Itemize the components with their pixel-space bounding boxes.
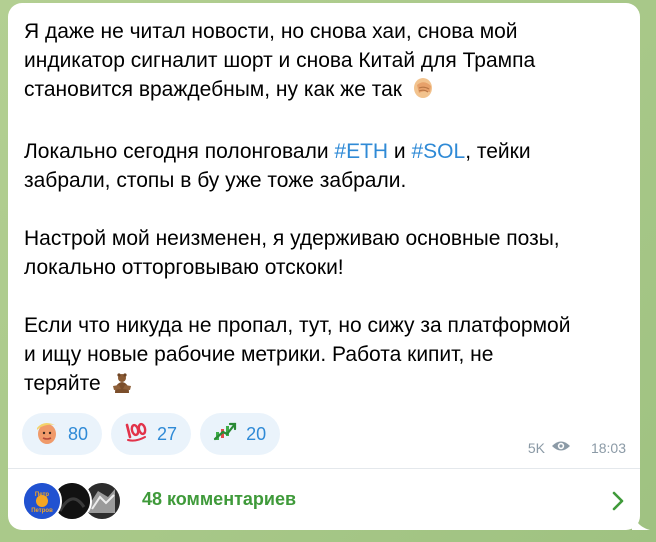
bubble-tail — [632, 508, 650, 530]
p1-line-3: становится враждебным, ну как же так — [24, 78, 402, 101]
message-meta: 5K 18:03 — [528, 439, 626, 456]
bear-hug-emoji — [111, 372, 133, 402]
message-time: 18:03 — [590, 439, 626, 456]
comments-label: 48 комментариев — [142, 489, 297, 509]
hashtag-sol[interactable]: #SOL — [412, 140, 466, 163]
hashtag-eth[interactable]: #ETH — [334, 140, 388, 163]
reactions-bar: 80 27 20 — [22, 413, 281, 455]
p2-line-2: забрали, стопы в бу уже тоже забрали. — [24, 169, 407, 192]
p2-text-1: Локально сегодня полонговали — [24, 140, 335, 163]
avatar-text-2: Петров — [31, 508, 53, 514]
p3-line-2: локально отторговываю отскоки! — [24, 256, 344, 279]
paragraph-2: Локально сегодня полонговали #ETH и #SOL… — [24, 137, 634, 195]
p4-line-2: и ищу новые рабочие метрики. Работа кипи… — [24, 343, 494, 366]
facepalm-emoji — [412, 76, 436, 108]
message-text: Я даже не читал новости, но снова хаи, с… — [24, 17, 634, 402]
p4-line-1: Если что никуда не пропал, тут, но сижу … — [24, 314, 571, 337]
p1-line-2: индикатор сигналит шорт и снова Китай дл… — [24, 49, 536, 72]
eye-icon — [551, 439, 571, 456]
commenter-avatars: Петр Петров — [22, 481, 134, 521]
p2-text-3: , тейки — [465, 140, 531, 163]
avatar: Петр Петров — [22, 481, 62, 521]
message-bubble: Я даже не читал новости, но снова хаи, с… — [8, 3, 640, 530]
reaction-count: 27 — [157, 423, 178, 444]
paragraph-3: Настрой мой неизменен, я удерживаю основ… — [24, 224, 634, 282]
trump-face-icon — [34, 419, 60, 450]
views-count: 5K — [527, 439, 545, 456]
p2-text-2: и — [388, 140, 412, 163]
p3-line-1: Настрой мой неизменен, я удерживаю основ… — [24, 227, 560, 250]
comments-button[interactable]: Петр Петров 48 комментариев — [8, 469, 640, 530]
reaction-trump[interactable]: 80 — [22, 413, 103, 455]
p1-line-1: Я даже не читал новости, но снова хаи, с… — [24, 20, 518, 43]
reaction-count: 80 — [68, 423, 89, 444]
reaction-chart-up[interactable]: 20 — [200, 413, 281, 455]
p4-line-3: теряйте — [24, 372, 101, 395]
chevron-right-icon — [612, 491, 624, 516]
chart-up-icon — [212, 419, 238, 450]
paragraph-4: Если что никуда не пропал, тут, но сижу … — [24, 311, 634, 402]
reaction-count: 20 — [246, 423, 267, 444]
paragraph-1: Я даже не читал новости, но снова хаи, с… — [24, 17, 634, 108]
avatar-text-1: Петр — [35, 492, 50, 498]
hundred-points-icon — [123, 419, 149, 450]
reaction-hundred[interactable]: 27 — [111, 413, 192, 455]
